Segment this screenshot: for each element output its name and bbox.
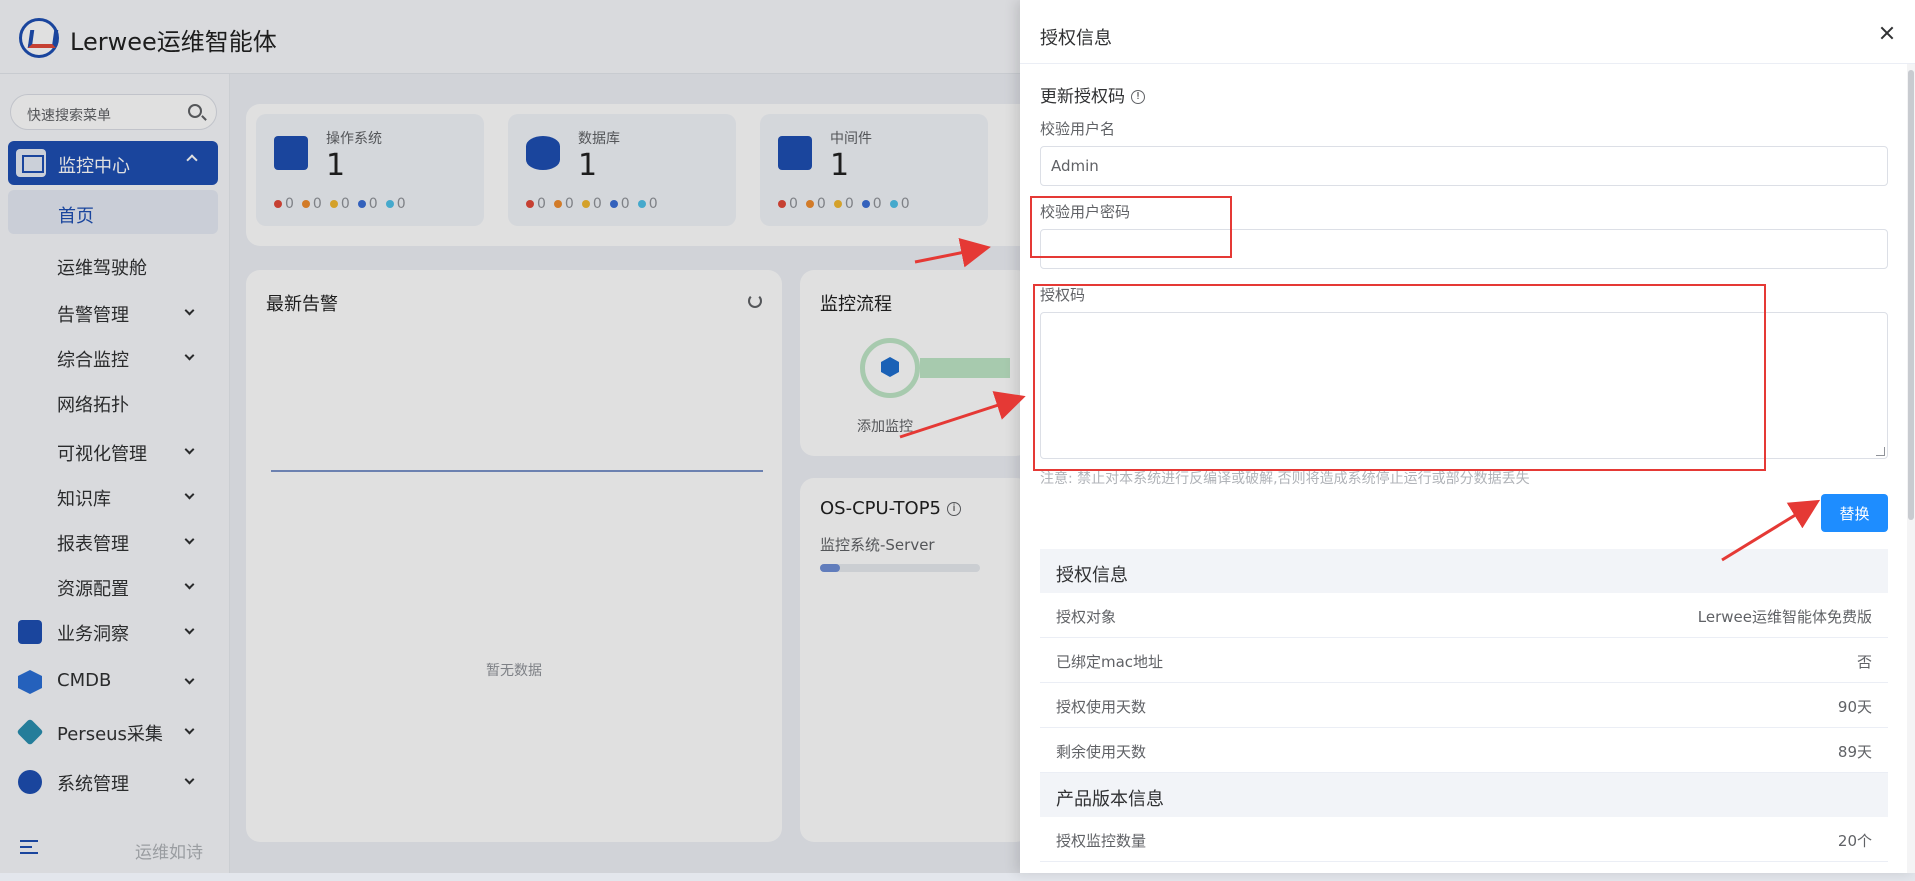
username-label: 校验用户名 (1040, 120, 1116, 138)
drawer-overlay-mask[interactable] (0, 0, 1020, 881)
version-info-header-text: 产品版本信息 (1056, 789, 1164, 810)
bottom-strip (0, 873, 1915, 881)
section-title-text: 更新授权码 (1040, 87, 1125, 107)
table-row: 已绑定mac地址 否 (1040, 638, 1888, 683)
notice-text: 注意: 禁止对本系统进行反编译或破解,否则将造成系统停止运行或部分数据丢失 (1040, 471, 1530, 487)
row-key: 剩余使用天数 (1056, 743, 1147, 761)
row-value: Lerwee运维智能体免费版 (1697, 608, 1872, 626)
scrollbar-thumb[interactable] (1908, 70, 1914, 520)
row-key: 授权使用天数 (1056, 698, 1147, 716)
row-value: 20个 (1837, 832, 1872, 850)
drawer-header: 授权信息 (1020, 0, 1915, 64)
replace-button[interactable]: 替换 (1821, 494, 1888, 532)
table-row: 剩余使用天数 89天 (1040, 728, 1888, 773)
close-icon[interactable] (1879, 25, 1895, 41)
table-row: 授权监控数量 20个 (1040, 817, 1888, 862)
table-row: 授权使用天数 90天 (1040, 683, 1888, 728)
license-info-header-text: 授权信息 (1056, 565, 1128, 586)
row-value: 89天 (1837, 743, 1872, 761)
row-key: 授权对象 (1056, 608, 1117, 626)
info-icon[interactable]: ! (1131, 90, 1145, 104)
table-row: 授权对象 Lerwee运维智能体免费版 (1040, 593, 1888, 638)
license-info-header: 授权信息 (1040, 549, 1888, 593)
version-info-header: 产品版本信息 (1040, 773, 1888, 817)
annotation-box-password (1030, 196, 1232, 258)
row-value: 90天 (1837, 698, 1872, 716)
section-title: 更新授权码! (1040, 82, 1145, 107)
row-key: 授权监控数量 (1056, 832, 1147, 850)
row-value: 否 (1856, 653, 1872, 671)
username-input[interactable] (1040, 146, 1888, 186)
drawer-title: 授权信息 (1040, 28, 1112, 49)
resize-handle[interactable] (1876, 447, 1885, 456)
annotation-box-license-code (1033, 284, 1766, 471)
row-key: 已绑定mac地址 (1056, 653, 1164, 671)
